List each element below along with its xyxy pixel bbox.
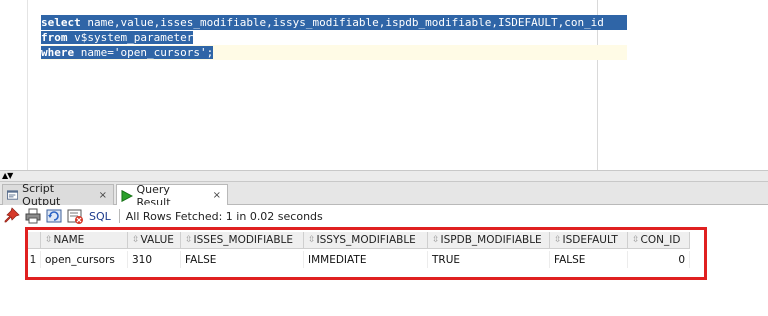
pane-splitter[interactable]: ▲▼ (0, 170, 768, 182)
fetch-status: All Rows Fetched: 1 in 0.02 seconds (125, 209, 323, 223)
script-output-icon (7, 190, 19, 200)
sql-button[interactable]: SQL (89, 210, 111, 223)
pin-icon[interactable] (3, 207, 21, 225)
print-icon[interactable] (24, 207, 42, 225)
editor-gutter (0, 0, 28, 170)
export-icon[interactable] (66, 207, 84, 225)
results-toolbar: SQL All Rows Fetched: 1 in 0.02 seconds (0, 205, 768, 227)
sql-line-1: select name,value,isses_modifiable,issys… (41, 15, 627, 30)
refresh-icon[interactable] (45, 207, 63, 225)
red-highlight-box (25, 227, 707, 280)
sql-editor[interactable]: select name,value,isses_modifiable,issys… (0, 0, 768, 170)
sql-line-3: where name='open_cursors'; (41, 45, 627, 60)
results-tabbar: Script Output × Query Result × (0, 182, 768, 209)
sql-line-2: from v$system_parameter (41, 31, 194, 44)
close-icon[interactable]: × (213, 190, 221, 201)
sql-code[interactable]: select name,value,isses_modifiable,issys… (41, 15, 627, 60)
toolbar-divider (118, 209, 120, 223)
tab-script-output[interactable]: Script Output × (2, 182, 114, 208)
run-triangle-icon (121, 189, 133, 202)
splitter-arrows-icon[interactable]: ▲▼ (2, 171, 13, 181)
tab-query-result[interactable]: Query Result × (116, 183, 228, 209)
close-icon[interactable]: × (99, 190, 107, 201)
